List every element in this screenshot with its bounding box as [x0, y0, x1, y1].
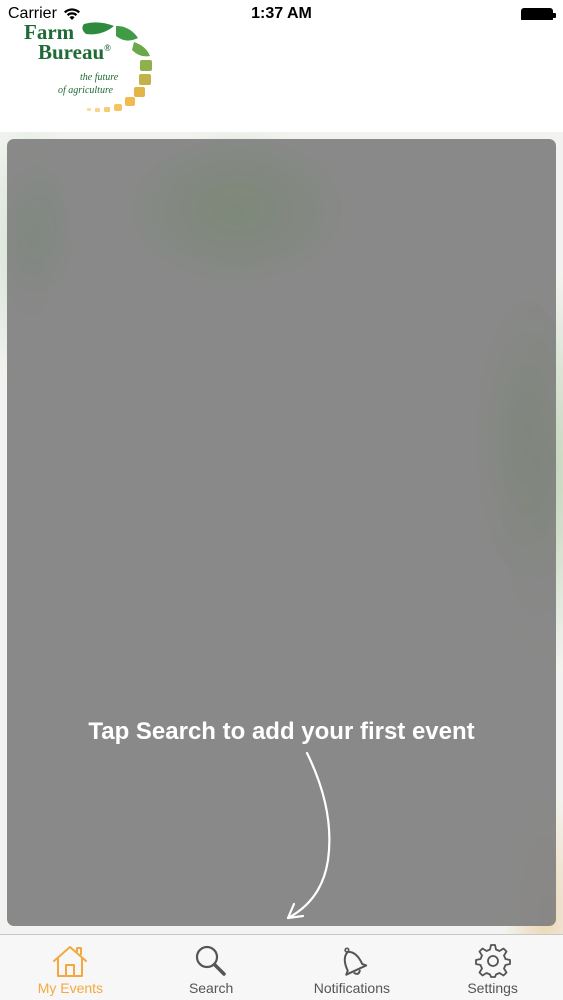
- logo-registered-mark: ®: [104, 43, 111, 53]
- logo-tagline-1: the future: [80, 72, 119, 83]
- tab-notifications[interactable]: Notifications: [282, 935, 423, 1000]
- search-icon: [196, 945, 226, 976]
- tab-settings[interactable]: Settings: [422, 935, 563, 1000]
- tab-label-settings: Settings: [467, 980, 518, 996]
- home-icon: [53, 946, 88, 977]
- logo-text-bureau-word: Bureau: [38, 40, 105, 64]
- empty-state-message: Tap Search to add your first event: [88, 718, 475, 745]
- farm-bureau-logo: Farm Bureau® the future of agriculture: [22, 20, 172, 120]
- tab-label-search: Search: [188, 980, 234, 996]
- tab-my-events[interactable]: My Events: [0, 935, 141, 1000]
- logo-tagline-2: of agriculture: [58, 85, 113, 96]
- tab-bar: My Events Search Notifications Settings: [0, 934, 563, 1000]
- tab-label-notifications: Notifications: [313, 980, 390, 996]
- arrow-down-icon: [286, 751, 331, 920]
- gear-icon: [474, 944, 511, 978]
- app-header: Farm Bureau® the future of agriculture: [0, 20, 563, 132]
- logo-text-bureau: Bureau®: [38, 42, 111, 63]
- bell-icon: [343, 947, 368, 976]
- tab-label-my-events: My Events: [37, 980, 104, 996]
- tab-search[interactable]: Search: [141, 935, 282, 1000]
